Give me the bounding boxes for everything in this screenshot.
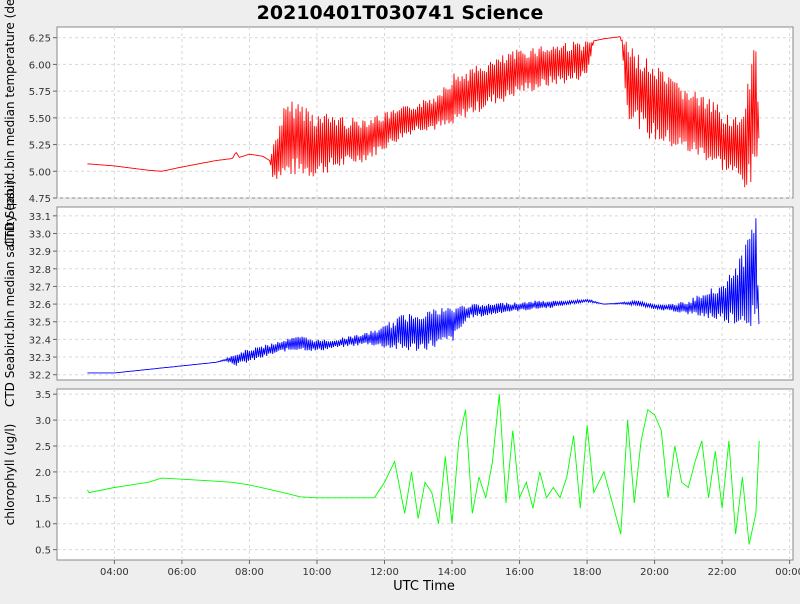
y-axis-label: CTD Seabird.bin median salinity (psu) xyxy=(3,180,17,407)
chart-figure: 20210401T030741 Science UTC Time 4.75 5.0… xyxy=(0,0,800,600)
y-tick-label: 3.5 xyxy=(35,390,51,401)
y-tick-label: 3.0 xyxy=(35,416,51,427)
y-tick-label: 5.25 xyxy=(29,141,51,152)
y-tick-label: 32.9 xyxy=(29,247,51,258)
chart-svg: 20210401T030741 Science UTC Time 4.75 5.0… xyxy=(0,0,800,600)
x-tick-label: 00:00 xyxy=(775,567,800,578)
y-axis-label: chlorophyll (ug/l) xyxy=(3,424,17,526)
y-tick-label: 32.7 xyxy=(29,282,51,293)
y-tick-label: 6.25 xyxy=(29,34,51,45)
panel-2: 32.2 32.3 32.4 32.5 32.6 32.7 32.8 32.9 33.0 33.1… xyxy=(3,180,794,407)
y-tick-label: 32.8 xyxy=(29,265,51,276)
x-tick-label: 18:00 xyxy=(573,567,602,578)
x-tick-label: 06:00 xyxy=(168,567,197,578)
y-tick-label: 5.75 xyxy=(29,87,51,98)
y-tick-label: 1.5 xyxy=(35,494,51,505)
y-tick-label: 1.0 xyxy=(35,520,51,531)
x-tick-label: 08:00 xyxy=(235,567,264,578)
panel-3: 04:00 06:00 08:00 10:00 12:00 14:00 16:00 18:00… xyxy=(3,388,800,578)
y-tick-label: 32.6 xyxy=(29,300,51,311)
y-tick-label: 5.00 xyxy=(29,167,51,178)
x-tick-label: 16:00 xyxy=(505,567,534,578)
x-tick-label: 20:00 xyxy=(640,567,669,578)
y-tick-label: 32.3 xyxy=(29,353,51,364)
plot-area xyxy=(56,206,794,381)
y-tick-label: 2.5 xyxy=(35,442,51,453)
x-axis-label: UTC Time xyxy=(393,579,455,594)
x-tick-label: 14:00 xyxy=(438,567,467,578)
y-tick-label: 32.4 xyxy=(29,335,51,346)
y-tick-label: 0.5 xyxy=(35,546,51,557)
y-tick-label: 32.5 xyxy=(29,318,51,329)
y-tick-label: 32.2 xyxy=(29,371,51,382)
x-tick-label: 10:00 xyxy=(303,567,332,578)
chart-title: 20210401T030741 Science xyxy=(257,2,544,24)
y-tick-label: 33.0 xyxy=(29,229,51,240)
x-tick-label: 04:00 xyxy=(100,567,129,578)
x-tick-label: 22:00 xyxy=(708,567,737,578)
plot-area xyxy=(56,388,794,561)
x-tick-label: 12:00 xyxy=(370,567,399,578)
y-tick-label: 5.50 xyxy=(29,114,51,125)
y-tick-label: 2.0 xyxy=(35,468,51,479)
y-tick-label: 6.00 xyxy=(29,60,51,71)
y-tick-label: 4.75 xyxy=(29,194,51,205)
y-tick-label: 33.1 xyxy=(29,212,51,223)
